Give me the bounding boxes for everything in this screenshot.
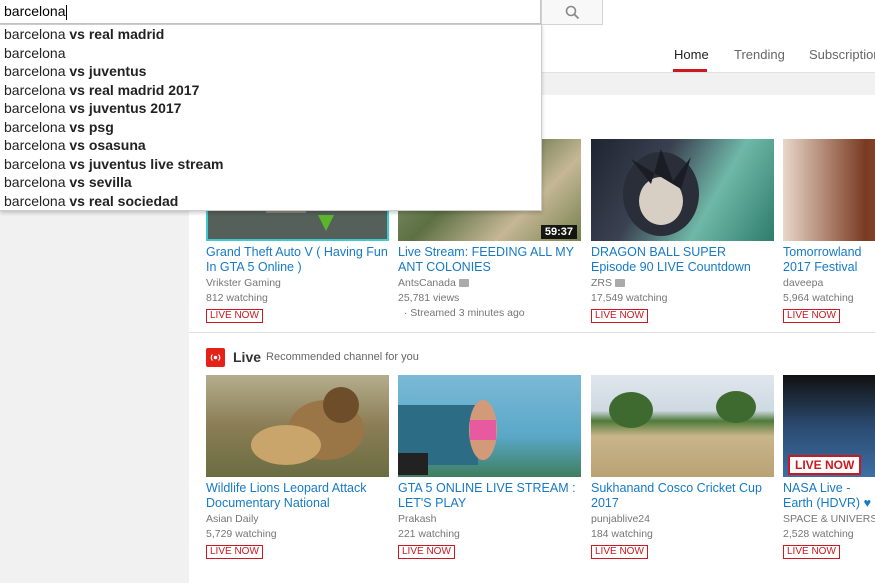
live-now-badge: LIVE NOW	[398, 545, 455, 559]
suggestion-item[interactable]: barcelona vs juventus 2017	[0, 99, 541, 118]
video-card[interactable]: GTA 5 ONLINE LIVE STREAM : LET'S PLAY Pr…	[398, 375, 581, 559]
video-title[interactable]: Sukhanand Cosco Cricket Cup 2017	[591, 481, 774, 511]
suggestion-item[interactable]: barcelona vs real madrid 2017	[0, 81, 541, 100]
video-thumbnail[interactable]	[398, 375, 581, 477]
video-title[interactable]: NASA Live - Earth (HDVR) ♥ ISS LIVE	[783, 481, 875, 511]
view-stats: 25,781 views	[398, 292, 460, 304]
tab-subscriptions[interactable]: Subscriptions	[809, 47, 875, 62]
channel-name[interactable]: Prakash	[398, 513, 581, 526]
live-now-badge: LIVE NOW	[591, 309, 648, 323]
view-stats: 5,729 watching	[206, 528, 277, 540]
view-stats: 2,528 watching	[783, 528, 854, 540]
video-card[interactable]: LIVE NOW NASA Live - Earth (HDVR) ♥ ISS …	[783, 375, 875, 559]
view-stats: 184 watching	[591, 528, 653, 540]
view-stats: 812 watching	[206, 292, 268, 304]
active-tab-indicator	[673, 69, 707, 72]
video-card[interactable]: Sukhanand Cosco Cricket Cup 2017 punjabl…	[591, 375, 774, 559]
video-thumbnail[interactable]	[206, 375, 389, 477]
video-title[interactable]: DRAGON BALL SUPER Episode 90 LIVE Countd…	[591, 245, 774, 275]
suggestion-item[interactable]: barcelona vs juventus live stream	[0, 155, 541, 174]
suggestion-item[interactable]: barcelona vs psg	[0, 118, 541, 137]
section-title[interactable]: Live	[233, 349, 261, 365]
view-stats: 17,549 watching	[591, 292, 668, 304]
live-now-badge: LIVE NOW	[206, 309, 263, 323]
video-title[interactable]: GTA 5 ONLINE LIVE STREAM : LET'S PLAY	[398, 481, 581, 511]
live-now-badge: LIVE NOW	[591, 545, 648, 559]
video-title[interactable]: Wildlife Lions Leopard Attack Documentar…	[206, 481, 389, 511]
channel-name[interactable]: AntsCanada	[398, 277, 581, 290]
view-stats: 5,964 watching	[783, 292, 854, 304]
channel-name[interactable]: ZRS	[591, 277, 774, 290]
stream-time: · Streamed 3 minutes ago	[398, 307, 525, 319]
video-card[interactable]: Wildlife Lions Leopard Attack Documentar…	[206, 375, 389, 559]
video-title[interactable]: Grand Theft Auto V ( Having Fun In GTA 5…	[206, 245, 389, 275]
tab-trending[interactable]: Trending	[734, 47, 785, 62]
video-card[interactable]: Tomorrowland 2017 Festival Warm Up davee…	[783, 139, 875, 323]
thumbnail-live-label: LIVE NOW	[788, 455, 862, 475]
video-thumbnail[interactable]	[783, 139, 875, 241]
section-divider	[189, 332, 875, 333]
suggestion-item[interactable]: barcelona vs juventus	[0, 62, 541, 81]
suggestion-item[interactable]: barcelona vs sevilla	[0, 173, 541, 192]
tab-home[interactable]: Home	[674, 47, 709, 62]
channel-name[interactable]: SPACE & UNIVERSE	[783, 513, 875, 526]
search-icon	[565, 5, 579, 19]
verified-icon	[615, 279, 625, 288]
video-duration: 59:37	[540, 225, 577, 239]
live-now-badge: LIVE NOW	[206, 545, 263, 559]
live-now-badge: LIVE NOW	[783, 309, 840, 323]
view-stats: 221 watching	[398, 528, 460, 540]
channel-name[interactable]: daveepa	[783, 277, 875, 290]
suggestion-item[interactable]: barcelona vs real madrid	[0, 25, 541, 44]
video-title[interactable]: Tomorrowland 2017 Festival Warm Up	[783, 245, 875, 275]
section-subtitle: Recommended channel for you	[266, 351, 419, 363]
video-thumbnail[interactable]	[591, 139, 774, 241]
feed-tabs: Home Trending Subscriptions	[541, 36, 875, 73]
channel-name[interactable]: punjablive24	[591, 513, 774, 526]
video-card[interactable]: DRAGON BALL SUPER Episode 90 LIVE Countd…	[591, 139, 774, 323]
video-thumbnail[interactable]: LIVE NOW	[783, 375, 875, 477]
video-title[interactable]: Live Stream: FEEDING ALL MY ANT COLONIES	[398, 245, 581, 275]
search-query: barcelona	[4, 3, 66, 19]
search-input[interactable]: barcelona	[0, 0, 541, 24]
suggestion-item[interactable]: barcelona	[0, 44, 541, 63]
live-now-badge: LIVE NOW	[783, 545, 840, 559]
search-suggestions: barcelona vs real madrid barcelona barce…	[0, 24, 542, 211]
suggestion-item[interactable]: barcelona vs osasuna	[0, 136, 541, 155]
suggestion-item[interactable]: barcelona vs real sociedad	[0, 192, 541, 211]
live-broadcast-icon	[206, 347, 225, 367]
video-thumbnail[interactable]	[591, 375, 774, 477]
section-header: Live Recommended channel for you	[206, 347, 419, 367]
search-button[interactable]	[541, 0, 603, 25]
channel-name[interactable]: Vrikster Gaming	[206, 277, 389, 290]
verified-icon	[458, 279, 469, 288]
channel-name[interactable]: Asian Daily	[206, 513, 389, 526]
